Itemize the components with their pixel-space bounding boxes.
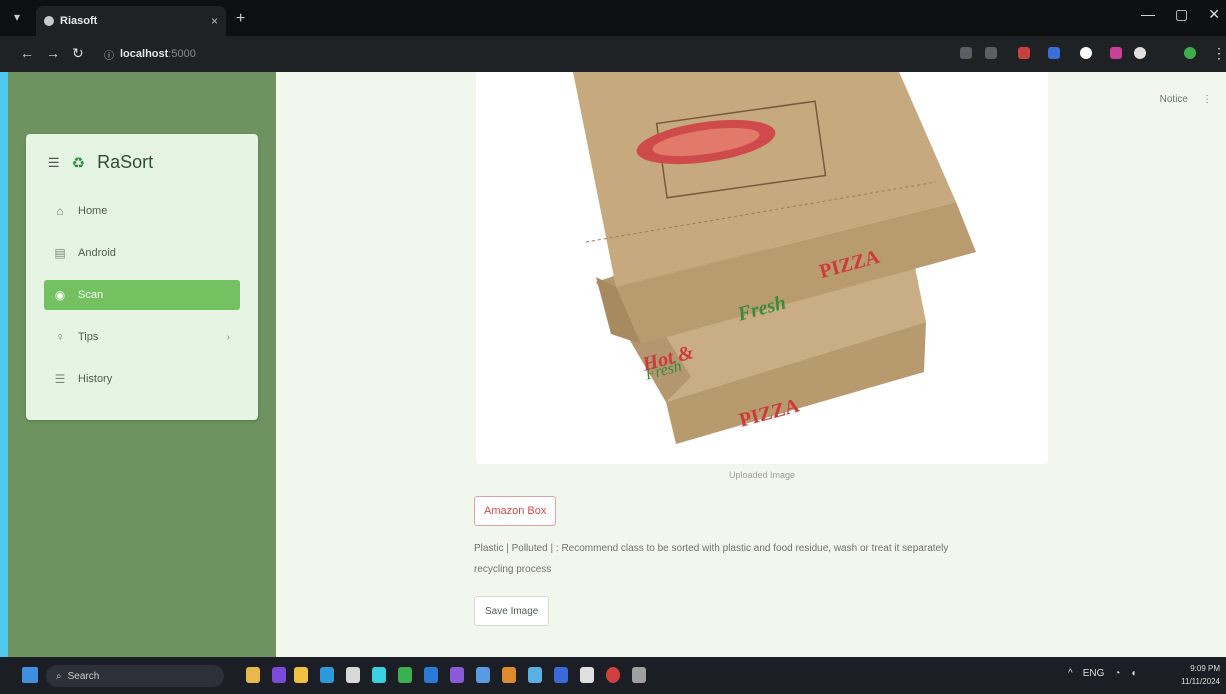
sidebar-item-tips[interactable]: ♀ Tips › [44,322,240,352]
image-caption: Uploaded Image [728,470,796,480]
sidebar-item-label: History [78,373,113,385]
recycle-logo-icon: ♻ [71,154,86,172]
sidebar-brand: ☰ ♻ RaSort [48,152,153,173]
start-menu-icon[interactable] [22,667,38,683]
tray-overflow-icon[interactable]: ^ [1068,668,1073,679]
address-bar[interactable]: ⓘ localhost :5000 [104,42,944,66]
sidebar-item-history[interactable]: ☰ History [44,364,240,394]
app-icon-1[interactable] [272,667,286,683]
store-icon[interactable] [346,667,360,683]
chrome-icon[interactable] [606,667,620,683]
translate-icon[interactable] [960,47,972,59]
save-image-button[interactable]: Save Image [474,596,550,626]
sidebar-nav-card: ☰ ♻ RaSort ⌂ Home ▤ Android ◉ Scan ♀ Tip… [26,134,258,420]
top-right-actions: Notice ⋮ [1160,94,1212,105]
taskbar-search[interactable]: ⌕ Search [46,665,224,687]
more-options-icon[interactable]: ⋮ [1202,94,1212,105]
tab-close-icon[interactable]: × [211,14,218,28]
reload-icon[interactable]: ↻ [72,45,84,62]
app-icon-7[interactable] [554,667,568,683]
camera-icon: ◉ [54,288,66,302]
browser-menu-icon[interactable]: ⋮ [1212,45,1226,62]
browser-chrome: ▾ Riasoft × + — ▢ ✕ ← → ↻ ⓘ localhost :5… [0,0,1226,72]
taskbar-clock[interactable]: 9:09 PM 11/11/2024 [1181,662,1220,688]
home-icon: ⌂ [56,204,64,218]
tab-title: Riasoft [60,15,98,27]
description-line-2: recycling process [474,564,552,575]
weather-icon[interactable] [246,667,260,683]
document-icon: ▤ [54,246,66,260]
tab-strip: ▾ Riasoft × + — ▢ ✕ [0,0,1226,36]
clock-time: 9:09 PM [1190,664,1220,673]
edge-icon[interactable] [320,667,334,683]
browser-toolbar: ← → ↻ ⓘ localhost :5000 ⋮ [0,36,1226,72]
tips-icon: ♀ [55,330,65,344]
taskbar: ⌕ Search ^ ENG ◔ ◖ 9:09 PM 11/11/2024 [0,657,1226,694]
menu-toggle-icon[interactable]: ☰ [48,155,60,171]
description-line-1: Plastic | Polluted | : Recommend class t… [474,543,949,554]
bookmark-icon[interactable] [985,47,997,59]
pizza-box-image: PIZZA Fresh Hot & Fresh PIZZA [571,42,976,444]
sidebar-item-label: Home [78,205,108,217]
url-port: :5000 [168,48,196,60]
search-icon: ⌕ [56,670,62,682]
extension-blue-icon[interactable] [1048,47,1060,59]
close-window-button[interactable]: ✕ [1208,6,1220,23]
app-icon-2[interactable] [372,667,386,683]
forward-icon[interactable]: → [46,45,60,61]
extension-red-icon[interactable] [1018,47,1030,59]
chevron-right-icon: › [226,331,230,343]
history-icon: ☰ [54,372,66,386]
app-icon-5[interactable] [502,667,516,683]
search-placeholder: Search [67,670,100,682]
app-icon-9[interactable] [632,667,646,683]
new-tab-button[interactable]: + [236,10,245,28]
back-icon[interactable]: ← [20,45,34,61]
extension-white-icon[interactable] [1080,47,1092,59]
system-tray: ^ ENG ◔ ◖ [1068,668,1136,679]
tray-language[interactable]: ENG [1083,668,1105,679]
site-info-icon[interactable]: ⓘ [104,47,114,62]
visual-studio-icon[interactable] [450,667,464,683]
tab-search-icon[interactable]: ▾ [14,10,20,24]
minimize-button[interactable]: — [1141,6,1155,23]
sidebar-item-label: Scan [78,289,104,301]
app-icon-8[interactable] [580,667,594,683]
profile-avatar[interactable] [1184,47,1196,59]
browser-tab[interactable]: Riasoft × [36,6,226,36]
main-content: Notice ⋮ PIZZA Fresh Hot & Fresh PIZZA U… [276,42,1226,657]
notice-link[interactable]: Notice [1160,94,1188,105]
sidebar-item-label: Tips [78,331,99,343]
wifi-icon[interactable]: ◔ [1114,668,1120,679]
brand-name: RaSort [97,152,154,172]
classification-tag: Amazon Box [474,496,557,526]
favicon-icon [44,16,54,26]
sidebar-item-home[interactable]: ⌂ Home [44,196,240,226]
uploaded-image-card: PIZZA Fresh Hot & Fresh PIZZA [476,42,1048,464]
vscode-icon[interactable] [424,667,438,683]
url-host: localhost [120,48,169,60]
extensions-puzzle-icon[interactable] [1134,47,1146,59]
classification-description: Plastic | Polluted | : Recommend class t… [474,538,1064,580]
sidebar: ☰ ♻ RaSort ⌂ Home ▤ Android ◉ Scan ♀ Tip… [8,72,276,657]
maximize-button[interactable]: ▢ [1175,6,1188,23]
app-icon-6[interactable] [528,667,542,683]
clock-date: 11/11/2024 [1181,677,1220,686]
page-viewport: ☰ ♻ RaSort ⌂ Home ▤ Android ◉ Scan ♀ Tip… [8,42,1226,657]
app-icon-4[interactable] [476,667,490,683]
sidebar-item-label: Android [78,247,116,259]
sidebar-item-android[interactable]: ▤ Android [44,238,240,268]
app-icon-3[interactable] [398,667,412,683]
file-explorer-icon[interactable] [294,667,308,683]
window-controls: — ▢ ✕ [1141,6,1220,23]
sidebar-item-scan[interactable]: ◉ Scan [44,280,240,310]
extension-pink-icon[interactable] [1110,47,1122,59]
volume-icon[interactable]: ◖ [1130,668,1136,679]
